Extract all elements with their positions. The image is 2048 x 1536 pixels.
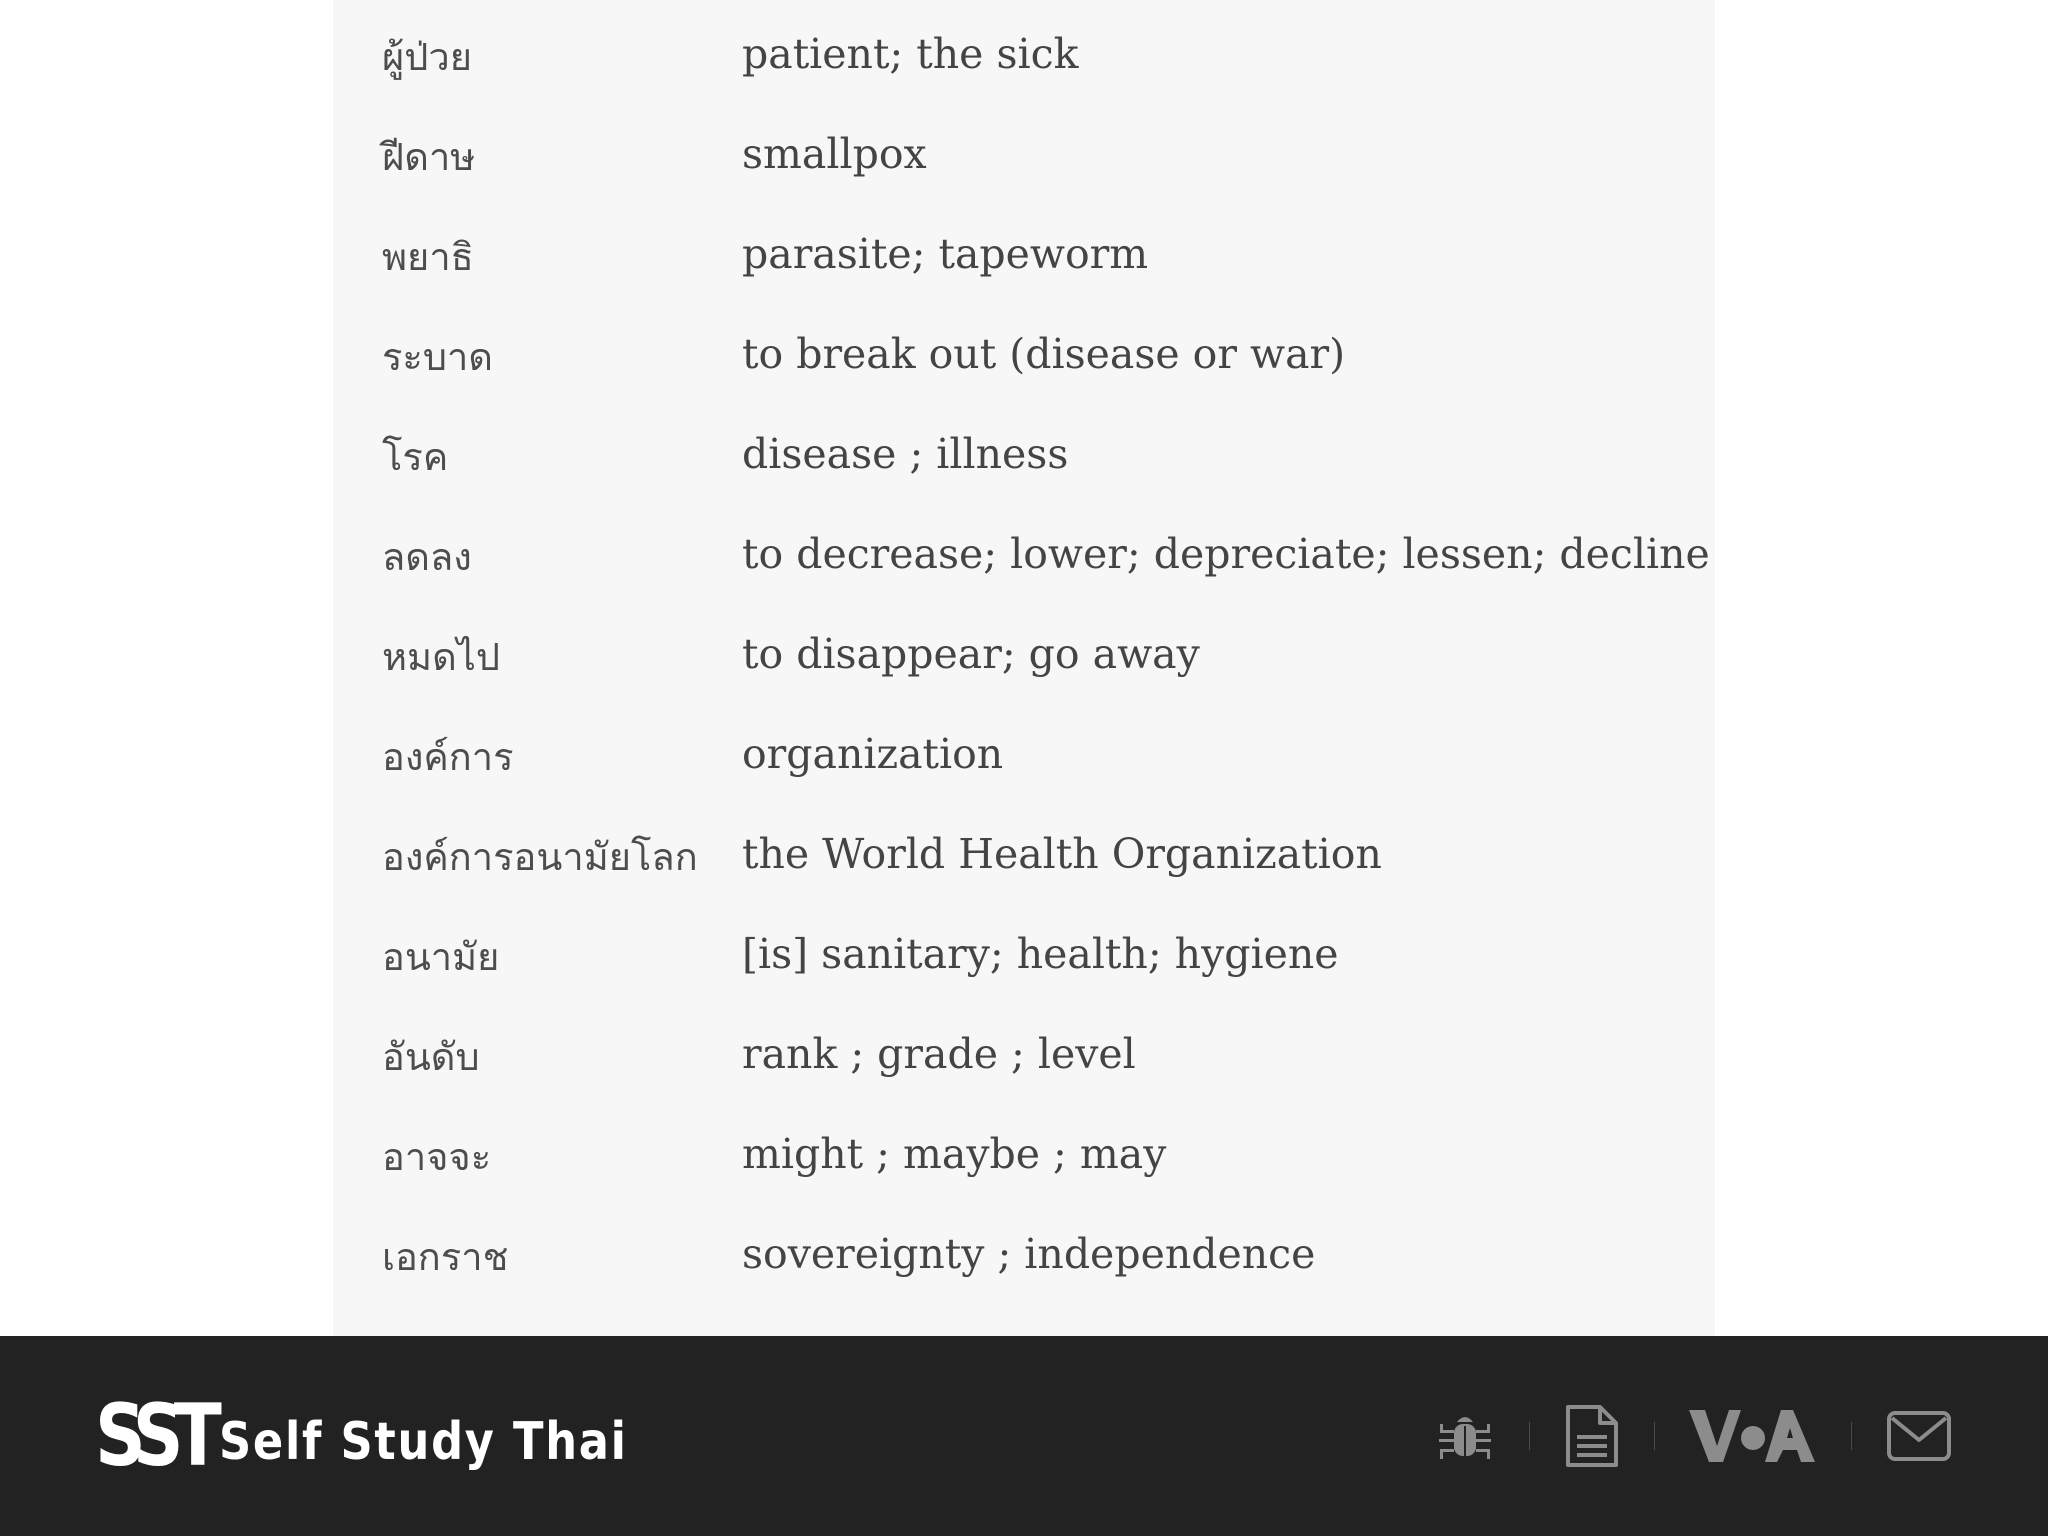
thai-word: อนามัย xyxy=(382,935,500,979)
bug-icon[interactable] xyxy=(1435,1406,1495,1466)
footer-icon-bar xyxy=(1435,1400,1952,1472)
voa-icon[interactable] xyxy=(1689,1408,1817,1464)
logo-mark: SST xyxy=(95,1386,222,1486)
vocabulary-row: เอกราช sovereignty ; independence xyxy=(333,1200,1715,1300)
thai-word: ลดลง xyxy=(382,535,472,579)
icon-divider xyxy=(1851,1422,1852,1450)
icon-divider xyxy=(1654,1422,1655,1450)
vocabulary-row: ระบาด to break out (disease or war) xyxy=(333,300,1715,400)
english-definition: sovereignty ; independence xyxy=(742,1230,1316,1278)
vocabulary-row: องค์การ organization xyxy=(333,700,1715,800)
english-definition: rank ; grade ; level xyxy=(742,1030,1136,1078)
vocabulary-row: ฝีดาษ smallpox xyxy=(333,100,1715,200)
thai-word: โรค xyxy=(382,435,449,479)
english-definition: organization xyxy=(742,730,1004,778)
document-icon[interactable] xyxy=(1564,1403,1620,1469)
english-definition: the World Health Organization xyxy=(742,830,1382,878)
thai-word: ระบาด xyxy=(382,335,493,379)
thai-word: ฝีดาษ xyxy=(382,135,476,179)
english-definition: to disappear; go away xyxy=(742,630,1200,678)
vocabulary-table: ผู้ป่วย patient; the sick ฝีดาษ smallpox… xyxy=(333,0,1715,1336)
english-definition: to decrease; lower; depreciate; lessen; … xyxy=(742,530,1710,578)
english-definition: [is] sanitary; health; hygiene xyxy=(742,930,1339,978)
vocabulary-row: หมดไป to disappear; go away xyxy=(333,600,1715,700)
vocabulary-row: พยาธิ parasite; tapeworm xyxy=(333,200,1715,300)
thai-word: องค์การอนามัยโลก xyxy=(382,835,698,879)
vocabulary-row: ลดลง to decrease; lower; depreciate; les… xyxy=(333,500,1715,600)
vocabulary-row: อาจจะ might ; maybe ; may xyxy=(333,1100,1715,1200)
vocabulary-row: อนามัย [is] sanitary; health; hygiene xyxy=(333,900,1715,1000)
english-definition: parasite; tapeworm xyxy=(742,230,1149,278)
thai-word: องค์การ xyxy=(382,735,514,779)
vocabulary-row: ผู้ป่วย patient; the sick xyxy=(333,0,1715,100)
vocabulary-row: องค์การอนามัยโลก the World Health Organi… xyxy=(333,800,1715,900)
thai-word: หมดไป xyxy=(382,635,501,679)
english-definition: to break out (disease or war) xyxy=(742,330,1346,378)
page: ผู้ป่วย patient; the sick ฝีดาษ smallpox… xyxy=(0,0,2048,1536)
english-definition: smallpox xyxy=(742,130,927,178)
site-footer: SST Self Study Thai xyxy=(0,1336,2048,1536)
thai-word: อาจจะ xyxy=(382,1135,492,1179)
english-definition: patient; the sick xyxy=(742,30,1079,78)
vocabulary-row: โรค disease ; illness xyxy=(333,400,1715,500)
thai-word: อันดับ xyxy=(382,1035,480,1079)
vocabulary-row: อันดับ rank ; grade ; level xyxy=(333,1000,1715,1100)
logo-text: Self Study Thai xyxy=(219,1412,628,1472)
english-definition: might ; maybe ; may xyxy=(742,1130,1167,1178)
icon-divider xyxy=(1529,1422,1530,1450)
thai-word: เอกราช xyxy=(382,1235,509,1279)
english-definition: disease ; illness xyxy=(742,430,1069,478)
site-logo[interactable]: SST Self Study Thai xyxy=(95,1386,694,1486)
mail-icon[interactable] xyxy=(1886,1410,1952,1462)
thai-word: พยาธิ xyxy=(382,235,474,279)
thai-word: ผู้ป่วย xyxy=(382,35,472,79)
